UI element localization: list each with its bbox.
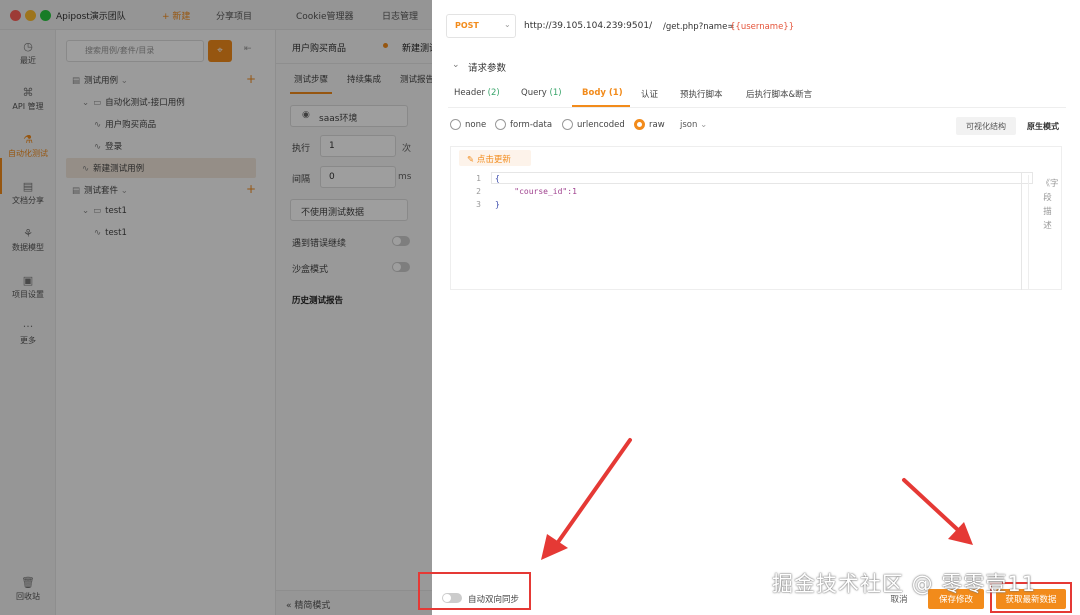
current-line-highlight <box>491 172 1033 184</box>
code-line: } <box>495 200 500 209</box>
format-label: json <box>680 120 698 130</box>
tab-label: Body <box>582 88 606 98</box>
tab-label: Query <box>521 88 547 98</box>
format-select[interactable]: json ⌄ <box>680 120 707 130</box>
radio-urlencoded-label: urlencoded <box>577 120 625 130</box>
body-editor[interactable]: ✎ 点击更新 1 { 2 "course_id":1 3 } <box>450 146 1062 290</box>
line-number: 3 <box>476 200 481 209</box>
divider <box>448 107 1066 108</box>
tab-post-script[interactable]: 后执行脚本&断言 <box>746 88 812 100</box>
code-line: { <box>495 174 500 183</box>
edit-icon: ✎ <box>467 155 475 165</box>
radio-none-label: none <box>465 120 487 130</box>
radio-none[interactable] <box>450 119 461 130</box>
tab-pre-script[interactable]: 预执行脚本 <box>680 88 723 100</box>
chevron-down-icon: ⌄ <box>504 20 511 29</box>
tab-label: Header <box>454 88 485 98</box>
chevron-down-icon[interactable]: ⌄ <box>452 60 460 70</box>
code-line: "course_id":1 <box>495 187 577 196</box>
url-variable[interactable]: {{username}} <box>730 22 794 32</box>
tab-header[interactable]: Header (2) <box>454 88 500 98</box>
tab-auth[interactable]: 认证 <box>641 88 658 100</box>
modal-overlay[interactable] <box>0 0 432 615</box>
app-window: Apipost演示团队 + 新建 分享项目 Cookie管理器 日志管理 ◷ 最… <box>0 0 1080 615</box>
field-description-toggle[interactable]: 《字段描述 <box>1028 175 1066 289</box>
chevron-down-icon: ⌄ <box>700 120 708 130</box>
visual-structure-button[interactable]: 可视化结构 <box>956 117 1016 135</box>
radio-raw-label: raw <box>649 120 665 130</box>
tab-count: (1) <box>549 88 562 98</box>
raw-mode-button[interactable]: 原生模式 <box>1016 117 1070 135</box>
line-number: 2 <box>476 187 481 196</box>
radio-form-data[interactable] <box>495 119 506 130</box>
annotation-box-sync <box>418 572 531 610</box>
watermark: 掘金技术社区 @ 零零壹11 <box>772 572 1037 596</box>
url-base[interactable]: http://39.105.104.239:9501/ <box>524 21 652 31</box>
line-number: 1 <box>476 174 481 183</box>
url-path[interactable]: /get.php?name= <box>663 22 734 32</box>
url-bar: POST ⌄ http://39.105.104.239:9501/ /get.… <box>444 12 1074 40</box>
tab-label: 后执行脚本&断言 <box>746 90 813 100</box>
tab-query[interactable]: Query (1) <box>521 88 562 98</box>
refresh-button[interactable]: ✎ 点击更新 <box>467 153 511 165</box>
tab-count: (1) <box>608 88 623 98</box>
radio-urlencoded[interactable] <box>562 119 573 130</box>
radio-raw[interactable] <box>634 119 645 130</box>
radio-form-data-label: form-data <box>510 120 553 130</box>
api-detail-drawer: POST ⌄ http://39.105.104.239:9501/ /get.… <box>432 0 1080 615</box>
request-params-title: 请求参数 <box>468 63 507 74</box>
editor-gutter-line <box>1021 172 1022 290</box>
tab-label: 预执行脚本 <box>680 90 723 100</box>
field-description-label: 《字段描述 <box>1041 179 1059 231</box>
tab-label: 认证 <box>641 90 659 100</box>
refresh-label: 点击更新 <box>476 155 511 165</box>
tab-count: (2) <box>487 88 500 98</box>
tab-body[interactable]: Body (1) <box>582 88 623 98</box>
